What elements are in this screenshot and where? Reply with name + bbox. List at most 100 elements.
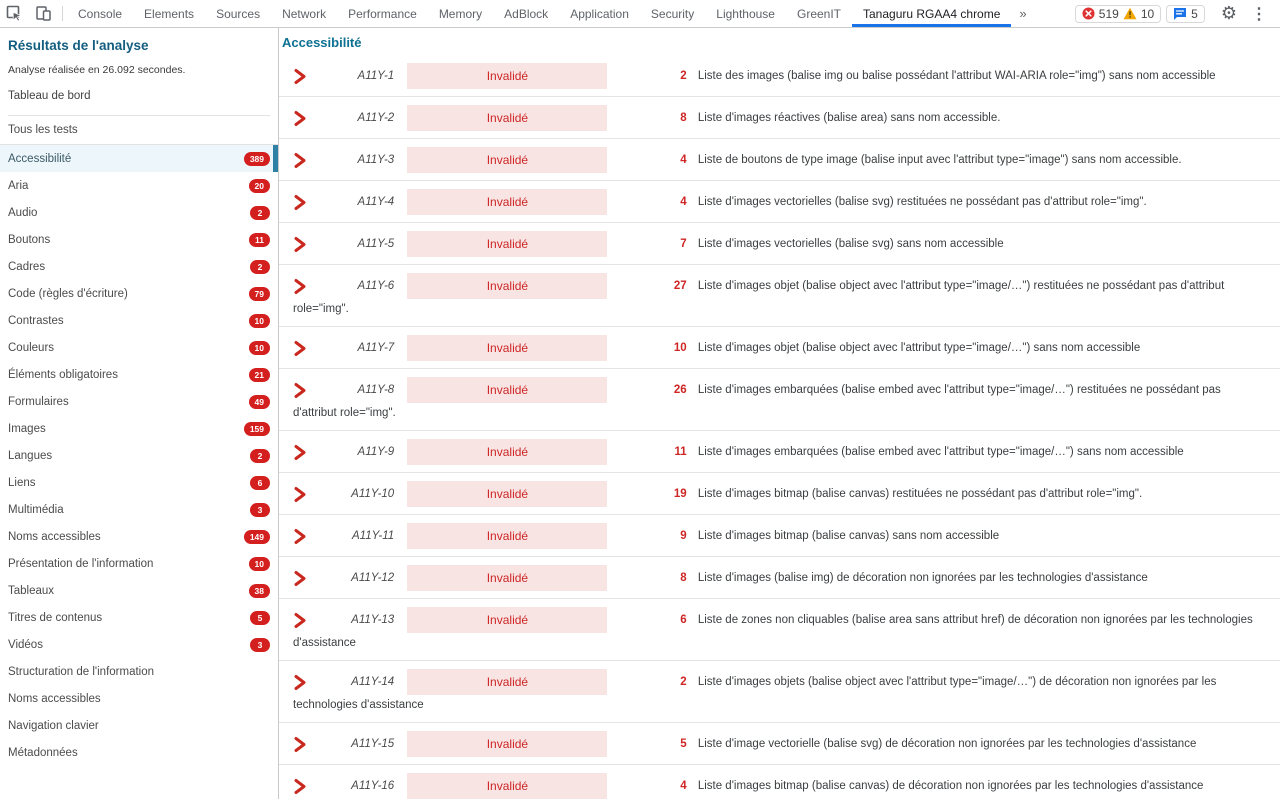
category-label: Présentation de l'information [8, 557, 154, 570]
sidebar-category-item[interactable]: Formulaires 49 [0, 388, 278, 415]
warning-count: 10 [1140, 6, 1155, 21]
sidebar-category-item[interactable]: Code (règles d'écriture) 79 [0, 280, 278, 307]
settings-gear-icon[interactable]: ⚙ [1214, 3, 1244, 24]
test-result-row[interactable]: A11Y-12 Invalidé 8 Liste d'images (balis… [279, 557, 1280, 600]
sidebar-count-badge: 10 [248, 340, 270, 355]
result-count: 8 [680, 572, 687, 585]
test-result-row[interactable]: A11Y-16 Invalidé 4 Liste d'images bitmap… [279, 765, 1280, 799]
category-label: Boutons [8, 233, 51, 246]
test-result-row[interactable]: A11Y-11 Invalidé 9 Liste d'images bitmap… [279, 515, 1280, 558]
sidebar-category-item[interactable]: Audio 2 [0, 199, 278, 226]
test-result-row[interactable]: A11Y-10 Invalidé 19 Liste d'images bitma… [279, 473, 1280, 516]
test-results-list: A11Y-1 Invalidé 2 Liste des images (bali… [279, 55, 1280, 799]
console-messages[interactable]: 5 [1166, 4, 1205, 23]
expand-chevron-icon[interactable] [293, 612, 307, 629]
devtools-tab[interactable]: AdBlock [493, 0, 559, 27]
kebab-menu-icon[interactable]: ⋮ [1244, 4, 1274, 24]
sidebar-item-all-tests[interactable]: Tous les tests [0, 116, 278, 144]
expand-chevron-icon[interactable] [293, 236, 307, 253]
sidebar-category-item[interactable]: Accessibilité 389 [0, 145, 278, 172]
sidebar-count-badge: 6 [250, 475, 270, 490]
expand-chevron-icon[interactable] [293, 528, 307, 545]
result-count: 5 [680, 738, 687, 751]
sidebar-category-item[interactable]: Métadonnées [0, 739, 278, 766]
sidebar-category-item[interactable]: Noms accessibles [0, 685, 278, 712]
sidebar-category-item[interactable]: Tableaux 38 [0, 577, 278, 604]
sidebar-category-item[interactable]: Liens 6 [0, 469, 278, 496]
expand-chevron-icon[interactable] [293, 570, 307, 587]
sidebar-category-item[interactable]: Structuration de l'information [0, 658, 278, 685]
device-toolbar-icon[interactable] [29, 0, 58, 27]
test-result-row[interactable]: A11Y-3 Invalidé 4 Liste de boutons de ty… [279, 139, 1280, 181]
devtools-tab[interactable]: Performance [337, 0, 428, 27]
toolbar-right: 519 10 5 ⚙ ⋮ [1070, 0, 1280, 27]
expand-chevron-icon[interactable] [293, 152, 307, 169]
status-badge: Invalidé [407, 105, 608, 131]
expand-chevron-icon[interactable] [293, 778, 307, 795]
devtools-tab[interactable]: Network [271, 0, 337, 27]
expand-chevron-icon[interactable] [293, 110, 307, 127]
test-result-row[interactable]: A11Y-2 Invalidé 8 Liste d'images réactiv… [279, 97, 1280, 139]
test-result-row[interactable]: A11Y-8 Invalidé 26 Liste d'images embarq… [279, 369, 1280, 432]
sidebar-category-item[interactable]: Contrastes 10 [0, 307, 278, 334]
more-tabs-icon[interactable]: » [1011, 0, 1034, 27]
devtools-tab[interactable]: Memory [428, 0, 493, 27]
sidebar-category-item[interactable]: Présentation de l'information 10 [0, 550, 278, 577]
devtools-tab[interactable]: Lighthouse [705, 0, 786, 27]
expand-chevron-icon[interactable] [293, 278, 307, 295]
expand-chevron-icon[interactable] [293, 674, 307, 691]
error-icon [1082, 7, 1095, 20]
expand-chevron-icon[interactable] [293, 340, 307, 357]
sidebar-count-badge: 20 [248, 178, 270, 193]
category-list: Accessibilité 389 Aria 20 Audio 2 Bouton… [0, 145, 278, 766]
expand-chevron-icon[interactable] [293, 486, 307, 503]
toolbar-divider [62, 6, 63, 21]
expand-chevron-icon[interactable] [293, 382, 307, 399]
category-label: Code (règles d'écriture) [8, 287, 128, 300]
sidebar-category-item[interactable]: Couleurs 10 [0, 334, 278, 361]
expand-chevron-icon[interactable] [293, 444, 307, 461]
test-result-row[interactable]: A11Y-13 Invalidé 6 Liste de zones non cl… [279, 599, 1280, 662]
sidebar-category-item[interactable]: Cadres 2 [0, 253, 278, 280]
sidebar-category-item[interactable]: Titres de contenus 5 [0, 604, 278, 631]
dashboard-link[interactable]: Tableau de bord [8, 90, 270, 102]
test-id: A11Y-4 [357, 196, 395, 208]
devtools-tab[interactable]: Sources [205, 0, 271, 27]
expand-chevron-icon[interactable] [293, 68, 307, 85]
expand-chevron-icon[interactable] [293, 194, 307, 211]
test-result-row[interactable]: A11Y-5 Invalidé 7 Liste d'images vectori… [279, 223, 1280, 265]
test-result-row[interactable]: A11Y-4 Invalidé 4 Liste d'images vectori… [279, 181, 1280, 223]
expand-chevron-icon[interactable] [293, 736, 307, 753]
test-result-row[interactable]: A11Y-1 Invalidé 2 Liste des images (bali… [279, 55, 1280, 97]
devtools-tab[interactable]: Application [559, 0, 640, 27]
devtools-toolbar: Console Elements Sources Network Perform… [0, 0, 1280, 28]
test-description: Liste d'images réactives (balise area) s… [697, 112, 1001, 124]
sidebar-category-item[interactable]: Images 159 [0, 415, 278, 442]
devtools-tab[interactable]: Elements [133, 0, 205, 27]
test-result-row[interactable]: A11Y-9 Invalidé 11 Liste d'images embarq… [279, 431, 1280, 474]
console-errors-warnings[interactable]: 519 10 [1074, 4, 1162, 23]
test-result-row[interactable]: A11Y-6 Invalidé 27 Liste d'images objet … [279, 265, 1280, 328]
sidebar-category-item[interactable]: Aria 20 [0, 172, 278, 199]
devtools-tab[interactable]: Tanaguru RGAA4 chrome [852, 0, 1012, 27]
sidebar-category-item[interactable]: Boutons 11 [0, 226, 278, 253]
test-description: Liste d'images (balise img) de décoratio… [697, 572, 1148, 585]
test-description: Liste des images (balise img ou balise p… [697, 70, 1216, 82]
sidebar-count-badge: 5 [250, 610, 270, 625]
sidebar-category-item[interactable]: Noms accessibles 149 [0, 523, 278, 550]
devtools-tab[interactable]: Security [640, 0, 705, 27]
category-label: Accessibilité [8, 152, 72, 165]
test-result-row[interactable]: A11Y-14 Invalidé 2 Liste d'images objets… [279, 661, 1280, 724]
sidebar-category-item[interactable]: Navigation clavier [0, 712, 278, 739]
sidebar-category-item[interactable]: Langues 2 [0, 442, 278, 469]
all-tests-label: Tous les tests [8, 124, 78, 136]
test-result-row[interactable]: A11Y-15 Invalidé 5 Liste d'image vectori… [279, 723, 1280, 766]
sidebar-category-item[interactable]: Multimédia 3 [0, 496, 278, 523]
sidebar-category-item[interactable]: Vidéos 3 [0, 631, 278, 658]
devtools-tab[interactable]: GreenIT [786, 0, 852, 27]
results-panel: Accessibilité A11Y-1 Invalidé 2 Liste de… [279, 28, 1280, 799]
sidebar-category-item[interactable]: Éléments obligatoires 21 [0, 361, 278, 388]
inspect-element-icon[interactable] [0, 0, 29, 27]
devtools-tab[interactable]: Console [67, 0, 133, 27]
test-result-row[interactable]: A11Y-7 Invalidé 10 Liste d'images objet … [279, 327, 1280, 370]
